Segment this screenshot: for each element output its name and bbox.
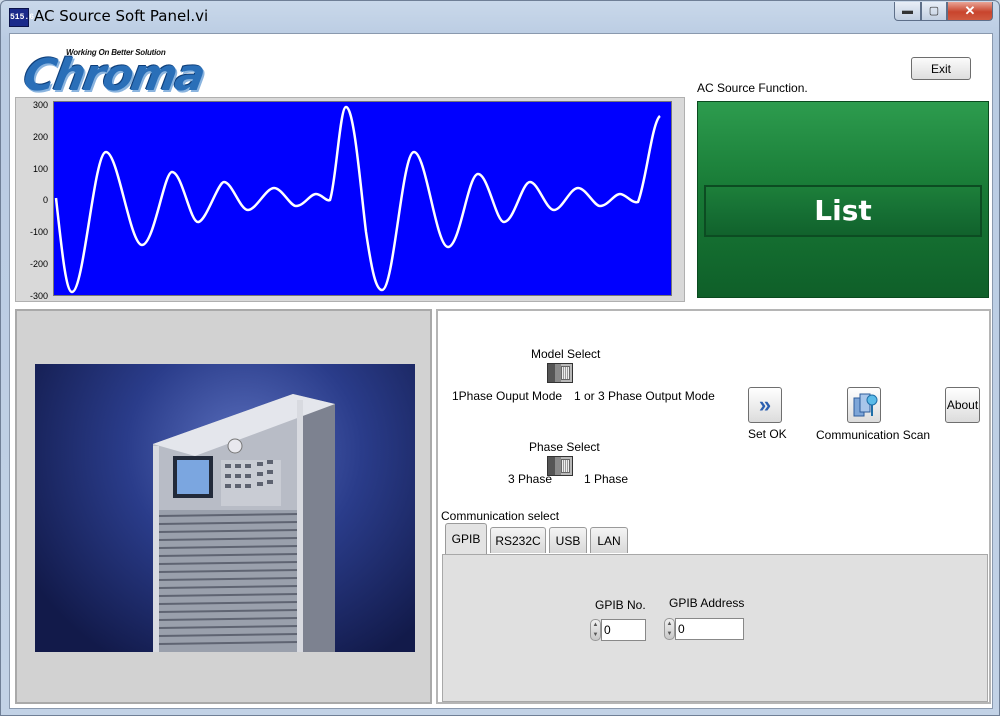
gpib-no-control: ▲ ▼ 0: [590, 619, 648, 641]
title-bar[interactable]: 515.6 AC Source Soft Panel.vi ▬ ▢ ✕: [1, 1, 999, 33]
model-select-right-option: 1 or 3 Phase Output Mode: [574, 389, 715, 403]
y-tick-label: 100: [32, 164, 48, 174]
tab-usb[interactable]: USB: [549, 527, 587, 553]
exit-button[interactable]: Exit: [911, 57, 971, 80]
tab-lan[interactable]: LAN: [590, 527, 628, 553]
minimize-button[interactable]: ▬: [894, 2, 921, 21]
ac-source-product-photo: [35, 364, 415, 652]
communication-scan-button[interactable]: [847, 387, 881, 423]
maximize-button[interactable]: ▢: [921, 2, 947, 21]
double-chevron-right-icon: »: [758, 392, 772, 417]
waveform-trace: [54, 105, 661, 294]
model-select-left-option: 1Phase Ouput Mode: [452, 389, 563, 403]
gpib-tab-content: GPIB No. ▲ ▼ 0 GPIB Address ▲ ▼ 0: [442, 554, 988, 702]
set-ok-label: Set OK: [748, 427, 787, 441]
y-tick-label: -100: [29, 227, 48, 237]
window-title: AC Source Soft Panel.vi: [34, 7, 209, 25]
labview-vi-icon: 515.6: [9, 8, 34, 27]
y-tick-label: -200: [29, 259, 48, 269]
y-tick-label: 200: [32, 132, 48, 142]
model-select-title: Model Select: [531, 347, 601, 361]
gpib-no-increment-decrement[interactable]: ▲ ▼: [590, 619, 601, 641]
product-image-frame: [15, 309, 432, 704]
communication-select-label: Communication select: [441, 509, 560, 523]
tab-gpib[interactable]: GPIB: [445, 523, 487, 554]
about-button[interactable]: About: [945, 387, 980, 423]
gpib-no-input[interactable]: 0: [601, 619, 646, 641]
gpib-address-increment-decrement[interactable]: ▲ ▼: [664, 618, 675, 640]
phase-select-title: Phase Select: [529, 440, 600, 454]
gpib-address-label: GPIB Address: [669, 596, 745, 610]
logo-tagline: Working On Better Solution: [66, 48, 166, 57]
application-window: 515.6 AC Source Soft Panel.vi ▬ ▢ ✕ Chro…: [0, 0, 1000, 716]
model-select-switch[interactable]: [547, 363, 573, 383]
logo-brand: Chroma: [19, 50, 208, 101]
tab-rs232c[interactable]: RS232C: [490, 527, 546, 553]
function-display[interactable]: List: [704, 185, 982, 237]
y-tick-label: 0: [42, 195, 48, 205]
y-tick-label: -300: [29, 291, 48, 301]
network-scan-icon: [853, 393, 878, 417]
y-tick-label: 300: [32, 100, 48, 110]
gpib-no-label: GPIB No.: [595, 598, 646, 612]
waveform-trace-svg: [54, 105, 661, 294]
waveform-graph: 300 200 100 0 -100 -200 -300: [15, 97, 685, 302]
gpib-address-control: ▲ ▼ 0: [664, 618, 746, 640]
communication-scan-label: Communication Scan: [816, 428, 931, 442]
waveform-plot-area: [53, 101, 672, 296]
function-panel: List: [697, 101, 989, 298]
phase-select-right-option: 1 Phase: [584, 472, 629, 486]
front-panel: Chroma Working On Better Solution Exit 3…: [9, 33, 993, 709]
set-ok-button[interactable]: »: [748, 387, 782, 423]
chroma-logo: Chroma Working On Better Solution: [18, 38, 208, 101]
function-label: AC Source Function.: [697, 81, 808, 95]
ac-source-cabinet-illustration: [153, 394, 335, 652]
close-button[interactable]: ✕: [947, 2, 993, 21]
control-panel: Model Select 1Phase Ouput Mode 1 or 3 Ph…: [436, 309, 991, 704]
gpib-address-input[interactable]: 0: [675, 618, 744, 640]
phase-select-left-option: 3 Phase: [508, 472, 553, 486]
